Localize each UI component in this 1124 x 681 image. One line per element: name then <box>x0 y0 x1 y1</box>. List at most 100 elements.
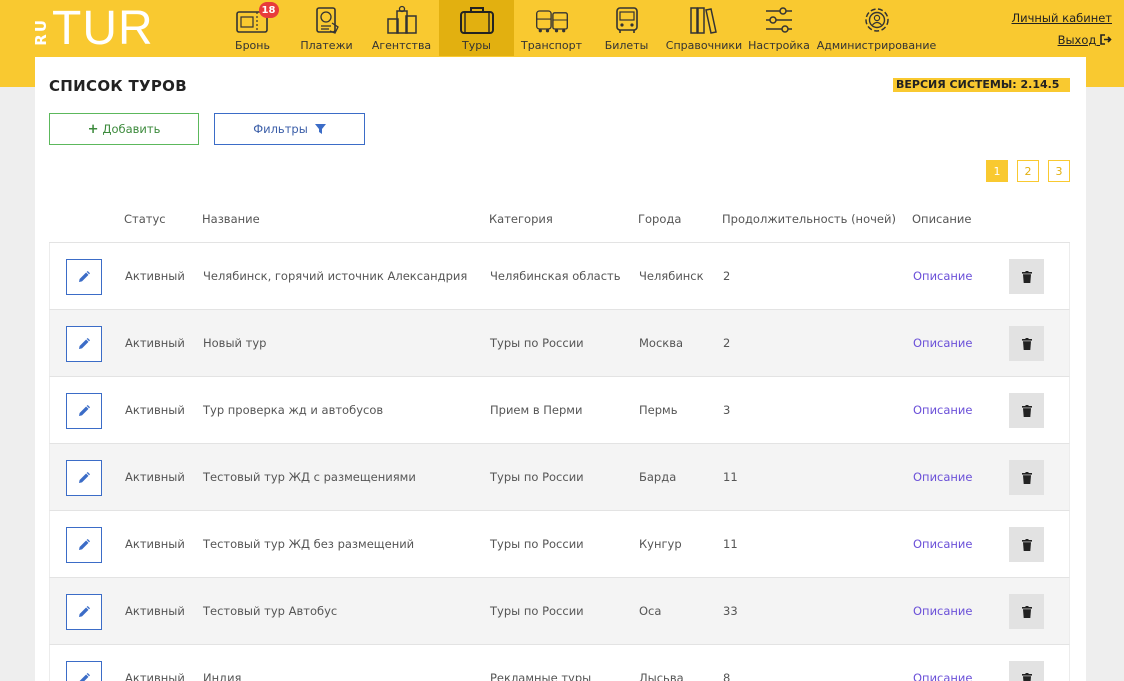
column-status: Статус <box>124 212 166 226</box>
cell-duration: 8 <box>723 671 731 681</box>
table-row: Активный Тестовый тур ЖД без размещений … <box>49 511 1070 578</box>
cell-city: Кунгур <box>639 537 682 551</box>
description-link[interactable]: Описание <box>913 537 972 551</box>
nav-label: Туры <box>462 39 491 52</box>
cell-status: Активный <box>125 604 185 618</box>
description-link[interactable]: Описание <box>913 470 972 484</box>
delete-button[interactable] <box>1009 594 1044 629</box>
cell-category: Туры по России <box>490 470 584 484</box>
trash-icon <box>1021 538 1032 551</box>
table-row: Активный Тестовый тур Автобус Туры по Ро… <box>49 578 1070 645</box>
agencies-icon <box>384 4 420 36</box>
cell-status: Активный <box>125 269 185 283</box>
nav-label: Агентства <box>371 39 432 52</box>
page-2-button[interactable]: 2 <box>1017 160 1039 182</box>
logout-link[interactable]: Выход <box>1012 33 1113 47</box>
description-link[interactable]: Описание <box>913 604 972 618</box>
nav-item-transport[interactable]: Транспорт <box>514 0 589 56</box>
page-title: СПИСОК ТУРОВ <box>49 77 187 95</box>
pencil-icon <box>79 472 90 483</box>
page-3-button[interactable]: 3 <box>1048 160 1070 182</box>
cell-city: Оса <box>639 604 662 618</box>
table-row: Активный Тестовый тур ЖД с размещениями … <box>49 444 1070 511</box>
logo[interactable]: RU TUR <box>32 4 154 54</box>
edit-button[interactable] <box>66 661 102 681</box>
nav-item-references[interactable]: Справочники <box>664 0 744 56</box>
payment-icon <box>309 4 345 36</box>
table-header: Статус Название Категория Города Продолж… <box>49 212 1070 232</box>
cell-name: Тур проверка жд и автобусов <box>203 403 384 417</box>
trash-icon <box>1021 337 1032 350</box>
pencil-icon <box>79 539 90 550</box>
delete-button[interactable] <box>1009 393 1044 428</box>
edit-button[interactable] <box>66 393 102 429</box>
cell-city: Пермь <box>639 403 678 417</box>
filters-button-label: Фильтры <box>253 122 308 136</box>
page-1-button[interactable]: 1 <box>986 160 1008 182</box>
cell-category: Челябинская область <box>490 269 621 283</box>
cell-city: Лысьва <box>639 671 684 681</box>
edit-button[interactable] <box>66 326 102 362</box>
filters-button[interactable]: Фильтры <box>214 113 365 145</box>
delete-button[interactable] <box>1009 326 1044 361</box>
description-link[interactable]: Описание <box>913 336 972 350</box>
system-version: ВЕРСИЯ СИСТЕМЫ: 2.14.5 <box>893 78 1070 92</box>
cell-name: Тестовый тур Автобус <box>203 604 338 618</box>
suitcase-icon <box>459 4 495 36</box>
logo-prefix: RU <box>32 18 50 46</box>
gear-icon <box>859 4 895 36</box>
table-row: Активный Новый тур Туры по России Москва… <box>49 310 1070 377</box>
funnel-icon <box>314 123 326 134</box>
description-link[interactable]: Описание <box>913 671 972 681</box>
trash-icon <box>1021 605 1032 618</box>
cell-duration: 11 <box>723 470 738 484</box>
delete-button[interactable] <box>1009 527 1044 562</box>
nav-item-booking[interactable]: 18 Бронь <box>216 0 289 56</box>
column-description: Описание <box>912 212 972 226</box>
personal-cabinet-link[interactable]: Личный кабинет <box>1012 11 1113 25</box>
cell-duration: 3 <box>723 403 731 417</box>
delete-button[interactable] <box>1009 460 1044 495</box>
pencil-icon <box>79 271 90 282</box>
delete-button[interactable] <box>1009 661 1044 681</box>
nav-item-tours[interactable]: Туры <box>439 0 514 56</box>
books-icon <box>686 4 722 36</box>
logo-name: TUR <box>52 2 154 55</box>
cell-name: Индия <box>203 671 242 681</box>
nav-label: Настройка <box>748 39 810 52</box>
cell-duration: 33 <box>723 604 738 618</box>
cell-status: Активный <box>125 671 185 681</box>
bus-icon <box>609 4 645 36</box>
nav-item-tickets[interactable]: Билеты <box>589 0 664 56</box>
description-link[interactable]: Описание <box>913 269 972 283</box>
cell-city: Москва <box>639 336 684 350</box>
edit-button[interactable] <box>66 594 102 630</box>
nav-label: Администрирование <box>816 39 937 52</box>
nav-item-payments[interactable]: Платежи <box>289 0 364 56</box>
edit-button[interactable] <box>66 460 102 496</box>
nav-item-agencies[interactable]: Агентства <box>364 0 439 56</box>
pencil-icon <box>79 338 90 349</box>
cell-status: Активный <box>125 470 185 484</box>
nav-item-settings[interactable]: Настройка <box>744 0 814 56</box>
add-tour-button[interactable]: + Добавить <box>49 113 199 145</box>
edit-button[interactable] <box>66 259 102 295</box>
nav-label: Платежи <box>300 39 353 52</box>
delete-button[interactable] <box>1009 259 1044 294</box>
pencil-icon <box>79 405 90 416</box>
edit-button[interactable] <box>66 527 102 563</box>
nav-item-administration[interactable]: Администрирование <box>814 0 939 56</box>
cell-category: Прием в Перми <box>490 403 583 417</box>
cell-city: Барда <box>639 470 677 484</box>
nav-label: Транспорт <box>521 39 582 52</box>
logout-icon <box>1100 33 1112 47</box>
add-button-label: Добавить <box>102 122 161 136</box>
cell-duration: 2 <box>723 269 731 283</box>
column-category: Категория <box>489 212 553 226</box>
cell-category: Туры по России <box>490 604 584 618</box>
cell-category: Рекламные туры <box>490 671 592 681</box>
main-panel: СПИСОК ТУРОВ ВЕРСИЯ СИСТЕМЫ: 2.14.5 + До… <box>35 57 1086 681</box>
ticket-icon: 18 <box>235 2 279 36</box>
description-link[interactable]: Описание <box>913 403 972 417</box>
sliders-icon <box>761 4 797 36</box>
